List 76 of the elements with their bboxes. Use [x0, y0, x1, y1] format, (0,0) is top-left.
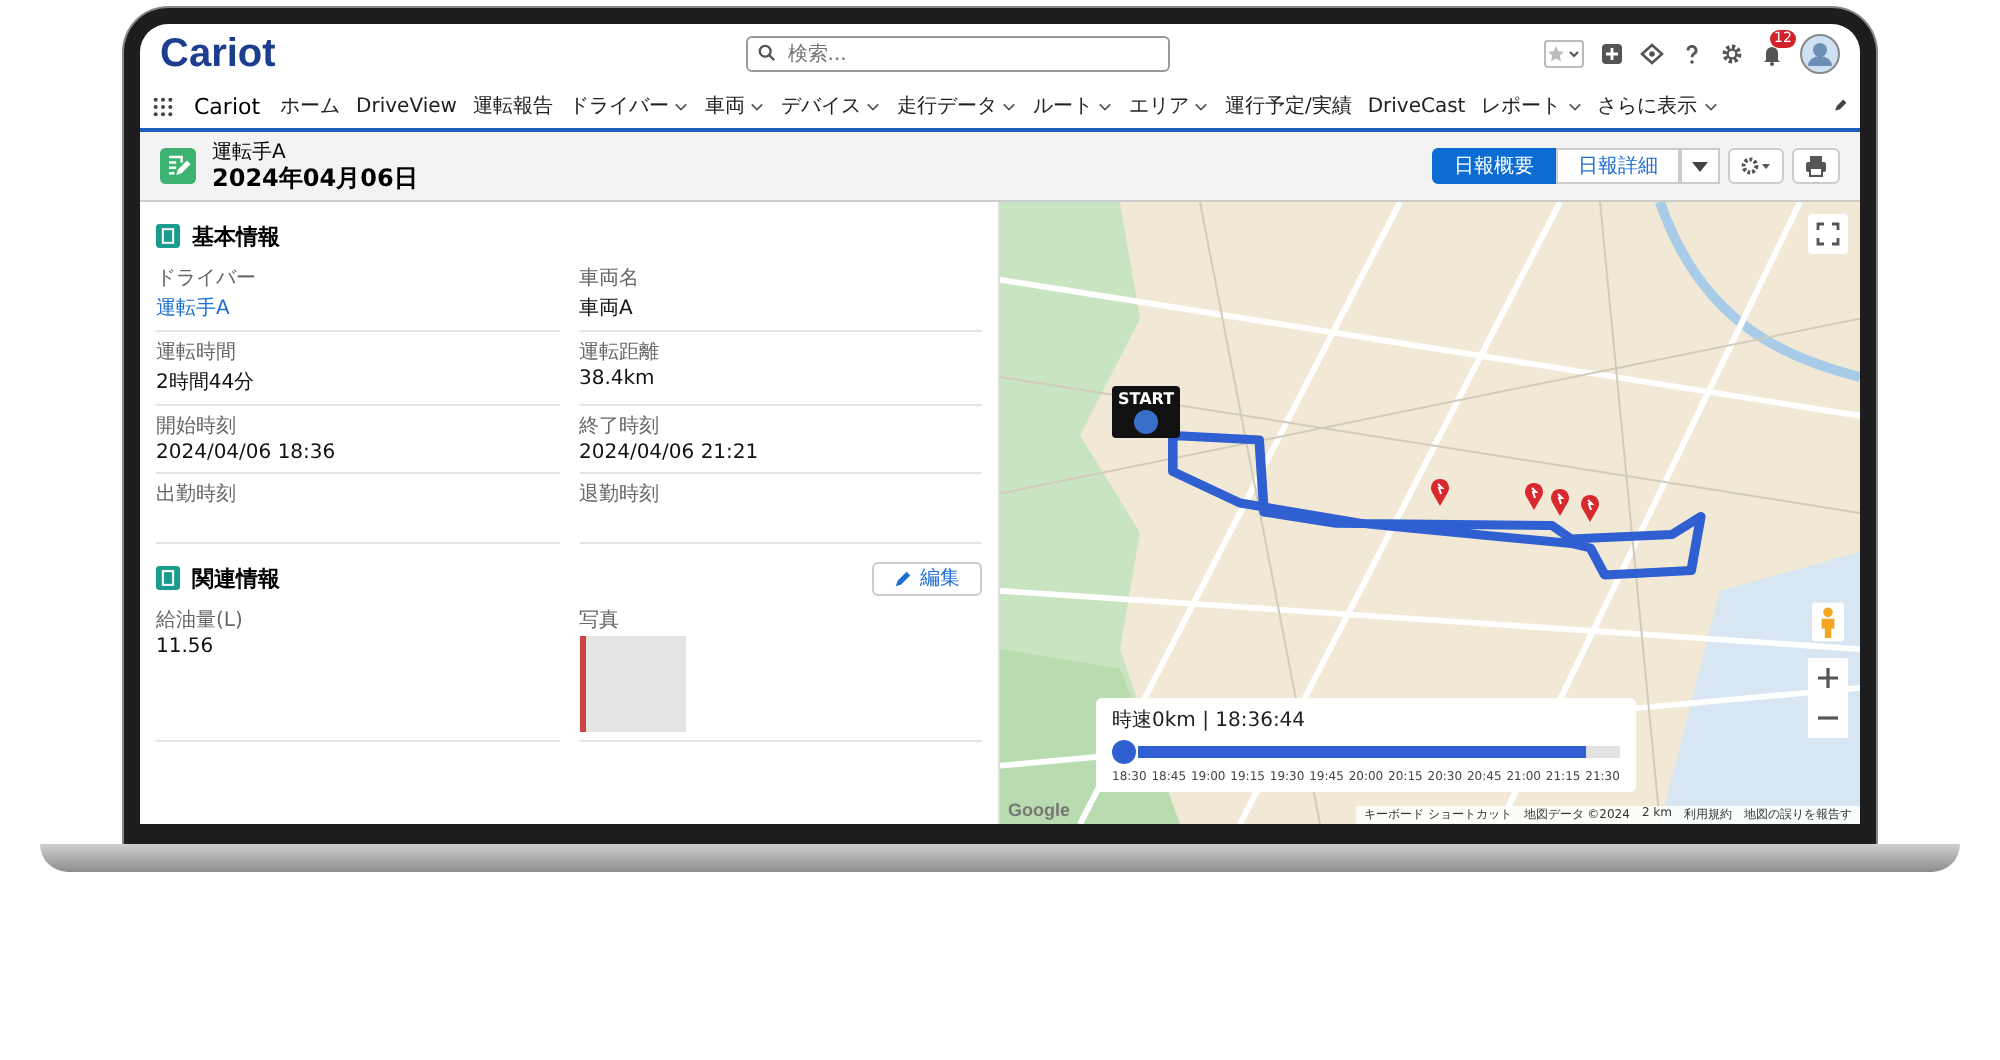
nav-tab[interactable]: 車両	[704, 92, 745, 120]
record-title: 2024年04月06日	[212, 163, 418, 191]
field-label: 運転時間	[156, 339, 238, 366]
nav-tab[interactable]: レポート	[1481, 92, 1562, 120]
field-value: 38.4km	[579, 368, 657, 390]
search-field[interactable]: 検索...	[745, 36, 1170, 72]
start-marker[interactable]: START	[1112, 386, 1181, 438]
avatar-icon[interactable]	[1800, 34, 1840, 74]
fullscreen-button[interactable]	[1808, 214, 1848, 254]
photo-placeholder[interactable]	[579, 636, 685, 732]
print-button[interactable]	[1792, 148, 1840, 184]
section-title: 関連情報	[192, 563, 280, 593]
chevron-down-icon[interactable]	[1194, 101, 1209, 111]
field-label: 運転距離	[579, 340, 661, 366]
plus-icon	[1818, 668, 1838, 688]
pin-icon[interactable]	[1524, 482, 1544, 510]
field-label: 出勤時刻	[156, 481, 238, 508]
chevron-down-icon[interactable]	[1567, 101, 1582, 111]
fullscreen-icon	[1816, 222, 1840, 246]
field-value: 2024/04/06 18:36	[156, 442, 338, 464]
chevron-down-icon[interactable]	[750, 101, 765, 111]
nav-tab[interactable]: エリア	[1128, 92, 1189, 120]
dropdown-button[interactable]	[1680, 148, 1720, 184]
app-name: Cariot	[194, 93, 261, 119]
field-label: 写真	[579, 607, 621, 634]
pin-icon[interactable]	[1580, 494, 1600, 522]
view-button[interactable]: 日報詳細	[1556, 148, 1680, 184]
edit-button[interactable]: 編集	[872, 561, 982, 595]
nav-tab[interactable]: 運行予定/実績	[1224, 92, 1352, 120]
pin-icon[interactable]	[1430, 478, 1450, 506]
field-label: 車両名	[579, 265, 641, 292]
settings-menu-button[interactable]	[1728, 148, 1784, 184]
driver-link[interactable]: 運転手A	[156, 294, 230, 322]
settings-icon[interactable]	[1720, 42, 1744, 66]
bell-icon[interactable]	[1760, 42, 1784, 66]
view-button[interactable]: 日報概要	[1432, 148, 1556, 184]
app-launcher-icon[interactable]	[152, 95, 174, 117]
speed-time-readout: 時速0km | 18:36:44	[1112, 707, 1308, 734]
field-value: 車両A	[579, 295, 635, 322]
section-title: 基本情報	[192, 221, 280, 251]
nav-tab[interactable]: DriveView	[356, 95, 457, 117]
field-label: 開始時刻	[156, 413, 238, 440]
map-logo: Google	[1008, 800, 1070, 820]
caret-icon	[1692, 161, 1708, 171]
field-label: 退勤時刻	[579, 481, 661, 508]
field-label: 給油量(L)	[156, 607, 245, 634]
pencil-icon	[894, 569, 912, 587]
nav-tab[interactable]: ホーム	[280, 92, 341, 120]
field-label: 終了時刻	[579, 413, 661, 440]
section-icon	[156, 224, 180, 248]
nav-tab[interactable]: 運転報告	[472, 92, 553, 120]
record-type-label: 運転手A	[212, 141, 288, 163]
chevron-down-icon[interactable]	[674, 101, 689, 111]
nav-tab[interactable]: さらに表示	[1597, 92, 1698, 120]
pencil-icon[interactable]	[1832, 98, 1848, 114]
nav-tab[interactable]: 走行データ	[896, 92, 997, 120]
timeline-thumb[interactable]	[1112, 740, 1136, 764]
field-value: 2024/04/06 21:21	[579, 442, 761, 464]
nav-tab[interactable]: ルート	[1032, 92, 1093, 120]
record-icon	[160, 148, 196, 184]
chevron-down-icon[interactable]	[1002, 101, 1017, 111]
nav-tab[interactable]: DriveCast	[1367, 95, 1466, 117]
pin-icon[interactable]	[1550, 488, 1570, 516]
chevron-down-icon[interactable]	[1098, 101, 1113, 111]
field-value: 2時間44分	[156, 369, 257, 396]
field-label: ドライバー	[156, 266, 258, 292]
nav-tab[interactable]: デバイス	[780, 92, 861, 120]
field-value: 11.56	[156, 636, 216, 658]
nav-tab[interactable]: ドライバー	[568, 92, 669, 120]
gear-icon	[1740, 156, 1772, 176]
logo[interactable]: Cariot	[160, 31, 276, 77]
chevron-down-icon[interactable]	[1703, 101, 1718, 111]
printer-icon	[1804, 154, 1828, 178]
chevron-down-icon[interactable]	[866, 101, 881, 111]
plus-icon[interactable]	[1600, 42, 1624, 66]
section-icon	[156, 566, 180, 590]
